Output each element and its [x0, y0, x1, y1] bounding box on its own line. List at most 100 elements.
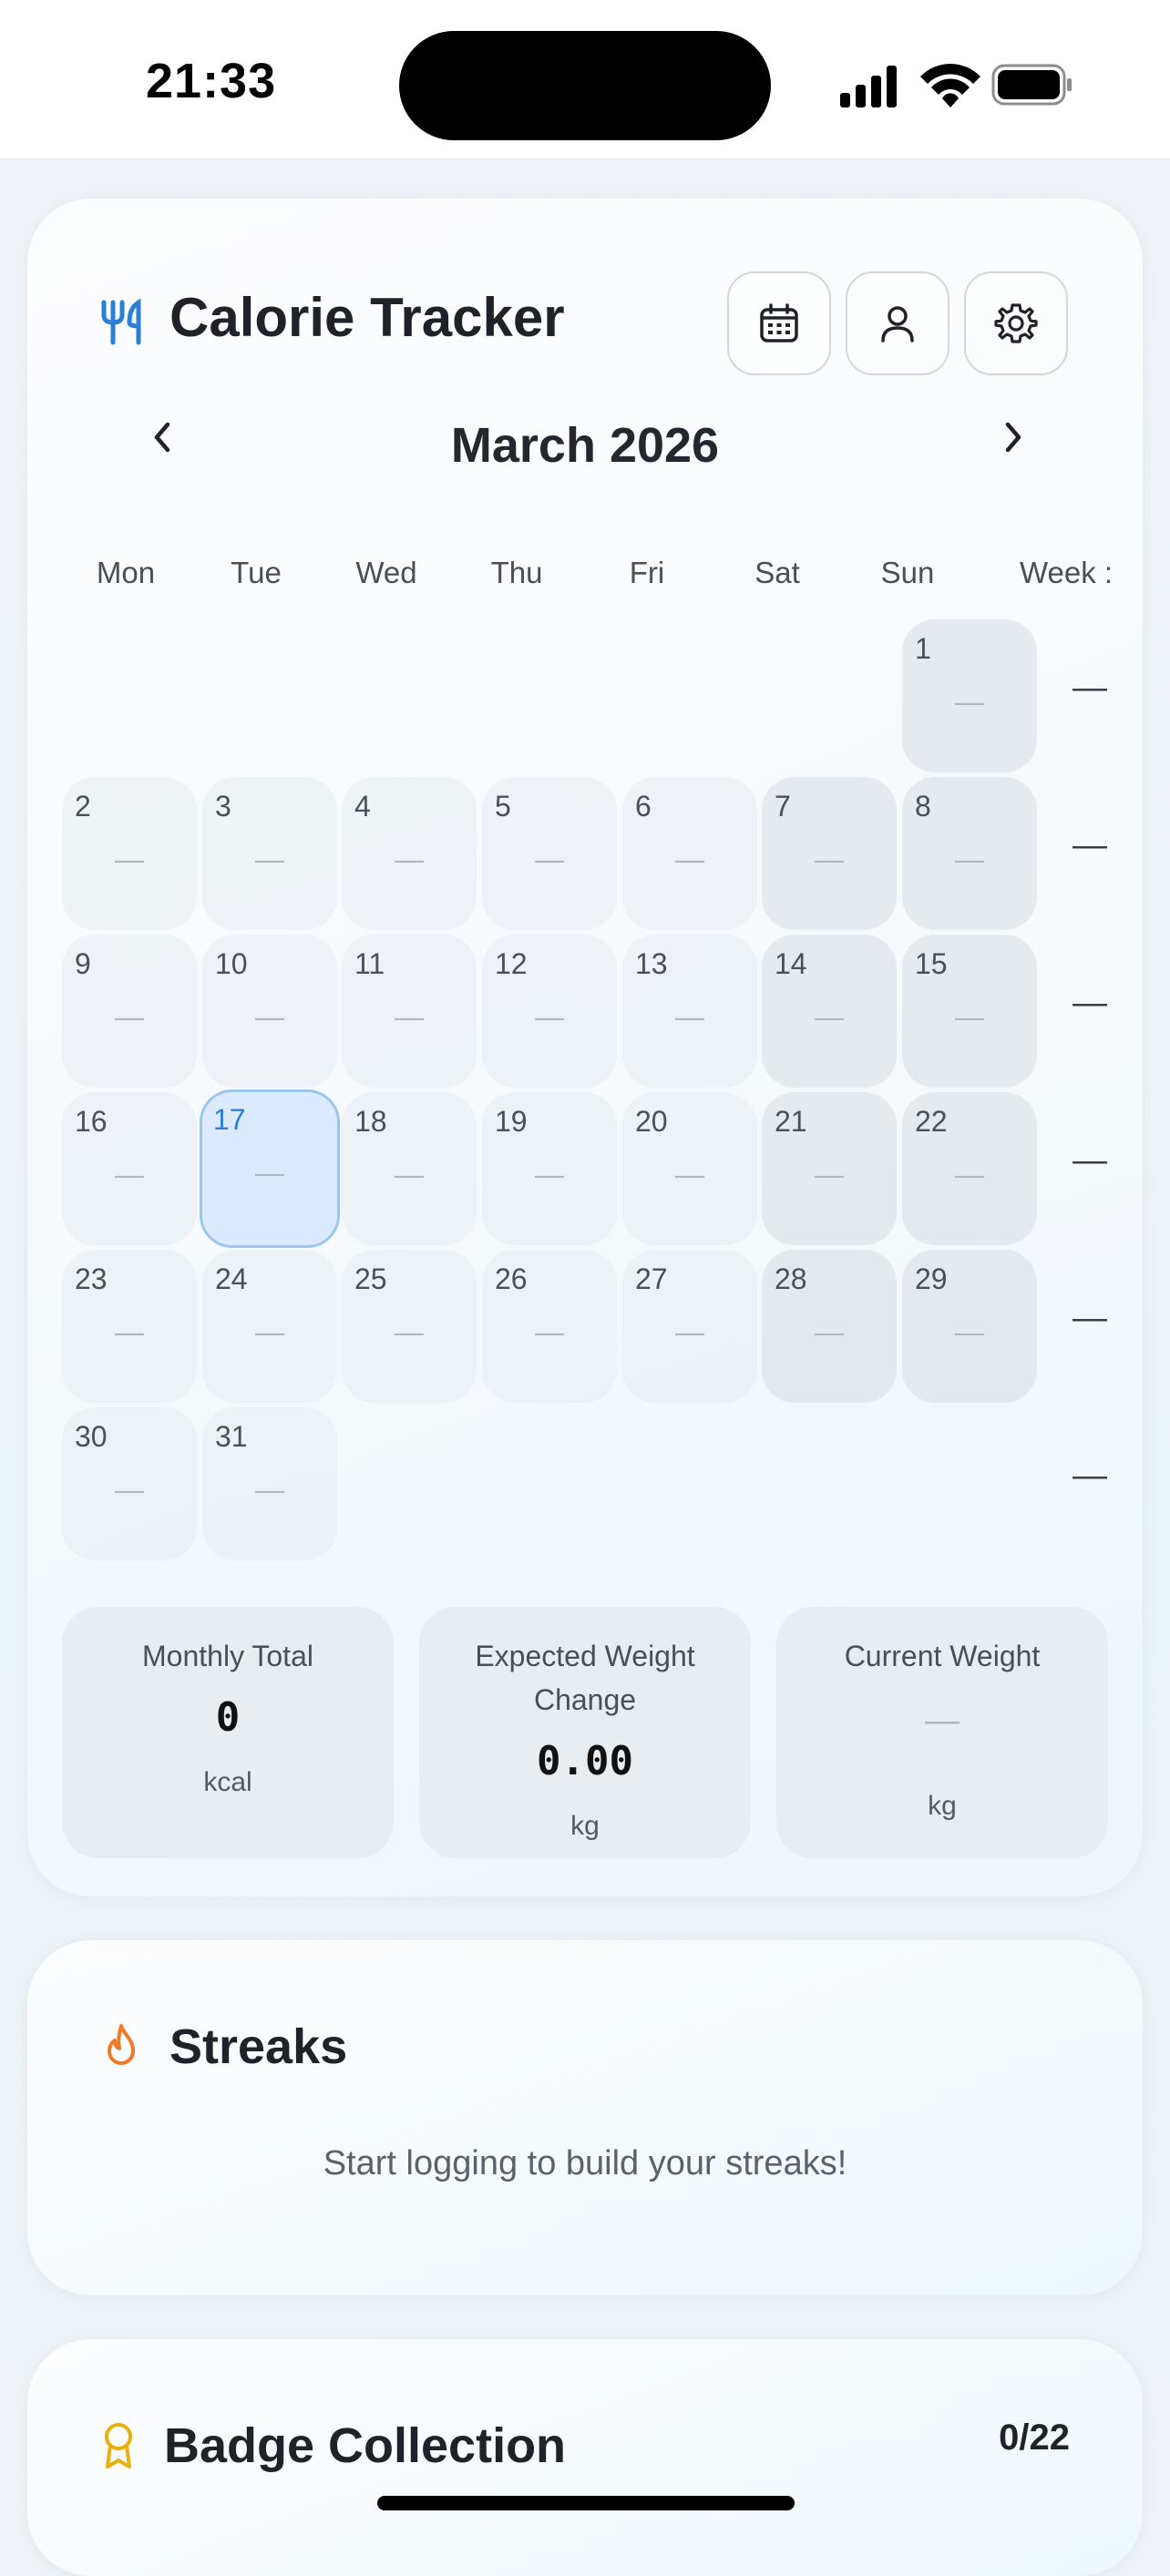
calendar-day[interactable]: 15—	[902, 935, 1037, 1088]
day-calories: —	[395, 1315, 424, 1348]
calendar-day[interactable]: 3—	[202, 777, 337, 930]
calendar-day[interactable]: 13—	[622, 935, 757, 1088]
calendar-day-selected[interactable]: 17 —	[200, 1089, 340, 1248]
calendar-day[interactable]: 22—	[902, 1092, 1037, 1245]
week-total: —	[1053, 935, 1144, 1088]
day-number: 5	[495, 790, 511, 823]
calendar-day[interactable]: 19—	[482, 1092, 617, 1245]
week-total-value: —	[1072, 826, 1107, 864]
day-calories: —	[115, 1315, 144, 1348]
settings-button[interactable]	[964, 271, 1068, 375]
day-number: 10	[215, 947, 248, 980]
award-icon	[105, 2423, 132, 2469]
calendar-day[interactable]: 4—	[342, 777, 477, 930]
calendar-day[interactable]: 11 —	[342, 935, 477, 1088]
day-calories: —	[815, 1315, 844, 1348]
weekday-header-week-total: Week :	[1019, 556, 1114, 589]
day-number: 3	[215, 790, 231, 823]
day-number: 11	[354, 947, 385, 980]
calendar-day[interactable]: 25—	[342, 1250, 477, 1403]
day-calories: —	[675, 1315, 704, 1348]
week-total: —	[1053, 1092, 1144, 1245]
calendar-day[interactable]: 7—	[762, 777, 897, 930]
calendar-day[interactable]: 23—	[62, 1250, 197, 1403]
calendar-day[interactable]: 5—	[482, 777, 617, 930]
calendar-day[interactable]: 10—	[202, 935, 337, 1088]
week-total: —	[1053, 777, 1144, 930]
day-calories: —	[955, 685, 984, 718]
stat-value: 0.00	[537, 1738, 633, 1784]
calendar-day[interactable]: 14—	[762, 935, 897, 1088]
status-bar: 21:33	[0, 0, 1170, 158]
current-weight-card: Current Weight — kg	[776, 1607, 1108, 1858]
streaks-empty-message: Start logging to build your streaks!	[323, 2144, 847, 2182]
calendar-day[interactable]: 27—	[622, 1250, 757, 1403]
chevron-right-icon	[1005, 422, 1021, 453]
weekday-header: Fri	[629, 556, 665, 589]
day-calories: —	[815, 1000, 844, 1033]
stat-unit: kg	[928, 1791, 957, 1821]
day-number: 6	[635, 790, 652, 823]
home-indicator[interactable]	[377, 2496, 795, 2510]
day-calories: —	[955, 1315, 984, 1348]
calendar-day[interactable]: 1—	[902, 619, 1037, 772]
weekday-header: Sun	[880, 556, 935, 589]
day-calories: —	[395, 1000, 424, 1033]
status-time: 21:33	[146, 54, 277, 108]
user-icon	[881, 306, 914, 342]
calendar-day[interactable]: 24—	[202, 1250, 337, 1403]
calendar-day[interactable]: 8—	[902, 777, 1037, 930]
day-number: 15	[915, 947, 948, 980]
day-number: 25	[354, 1262, 387, 1295]
day-number: 21	[775, 1105, 807, 1138]
day-number: 26	[495, 1262, 528, 1295]
day-number: 18	[354, 1105, 387, 1138]
day-calories: —	[535, 843, 564, 875]
day-number: 27	[635, 1262, 668, 1295]
day-calories: —	[255, 1156, 284, 1189]
day-calories: —	[255, 1473, 284, 1506]
calendar-day[interactable]: 2—	[62, 777, 197, 930]
battery-icon	[991, 64, 1072, 106]
gear-icon	[994, 303, 1038, 343]
day-calories: —	[815, 1158, 844, 1191]
calendar-day[interactable]: 12—	[482, 935, 617, 1088]
cellular-signal-icon	[840, 66, 897, 107]
badges-card: Badge Collection 0/22	[27, 2339, 1143, 2576]
calendar-day[interactable]: 20—	[622, 1092, 757, 1245]
calendar-day[interactable]: 18—	[342, 1092, 477, 1245]
calendar-day[interactable]: 6—	[622, 777, 757, 930]
calendar-day[interactable]: 29—	[902, 1250, 1037, 1403]
day-calories: —	[255, 1315, 284, 1348]
day-number: 12	[495, 947, 528, 980]
calendar-day[interactable]: 26—	[482, 1250, 617, 1403]
calendar-day[interactable]: 28—	[762, 1250, 897, 1403]
day-number: 4	[354, 790, 371, 823]
day-calories: —	[115, 1473, 144, 1506]
calendar-day[interactable]: 16—	[62, 1092, 197, 1245]
day-number: 30	[75, 1420, 108, 1453]
calendar-day[interactable]: 30—	[62, 1407, 197, 1560]
stat-value: 0	[215, 1694, 241, 1741]
week-total: —	[1053, 619, 1144, 772]
day-number: 29	[915, 1262, 948, 1295]
profile-button[interactable]	[846, 271, 949, 375]
next-month-button[interactable]	[986, 410, 1041, 465]
weekday-header: Tue	[231, 556, 282, 589]
week-total-value: —	[1072, 669, 1107, 707]
calendar-day[interactable]: 31—	[202, 1407, 337, 1560]
stat-value: —	[925, 1702, 960, 1740]
streaks-title: Streaks	[169, 2019, 348, 2074]
calendar-day[interactable]: 21—	[762, 1092, 897, 1245]
day-number: 16	[75, 1105, 108, 1138]
system-status-icons	[840, 64, 1072, 107]
calendar-day[interactable]: 9—	[62, 935, 197, 1088]
calendar-button[interactable]	[727, 271, 831, 375]
calendar-icon	[760, 303, 798, 342]
badges-title: Badge Collection	[164, 2418, 567, 2473]
day-calories: —	[115, 1000, 144, 1033]
day-number: 13	[635, 947, 668, 980]
day-number: 22	[915, 1105, 948, 1138]
wifi-icon	[920, 64, 980, 107]
day-calories: —	[535, 1315, 564, 1348]
